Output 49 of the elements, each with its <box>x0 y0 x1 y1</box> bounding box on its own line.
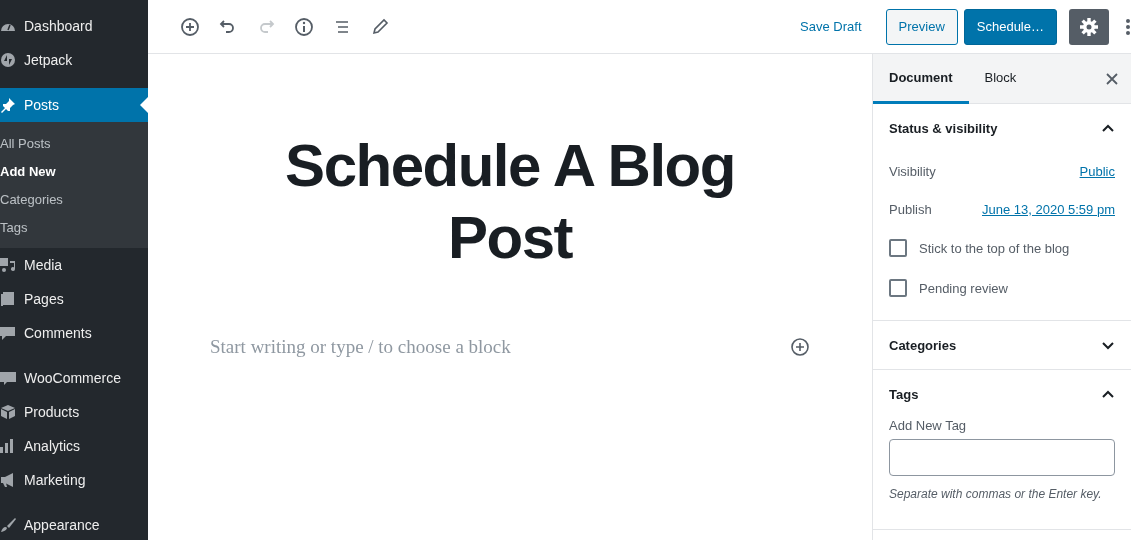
field-label: Visibility <box>889 163 936 179</box>
menu-item[interactable]: Marketing <box>0 463 148 497</box>
settings-button[interactable] <box>1069 8 1109 45</box>
pages-icon <box>0 291 16 307</box>
menu-item[interactable]: Comments <box>0 316 148 350</box>
add-block-icon[interactable] <box>790 337 810 357</box>
tag-input[interactable] <box>889 439 1115 476</box>
section-title[interactable]: Categories <box>889 337 957 353</box>
checkbox[interactable] <box>889 239 907 257</box>
panel-tab[interactable]: Block <box>968 54 1033 104</box>
section-title[interactable]: Tags <box>889 386 919 402</box>
more-icon <box>1125 16 1131 37</box>
menu-item[interactable]: Posts <box>0 88 148 122</box>
preview-button[interactable]: Preview <box>885 8 958 45</box>
store-bubble-icon <box>0 370 16 386</box>
submenu-item[interactable]: Add New <box>0 157 148 185</box>
menu-item[interactable]: Dashboard <box>0 9 148 43</box>
menu-item[interactable]: WooCommerce <box>0 361 148 395</box>
menu-item[interactable]: Analytics <box>0 429 148 463</box>
megaphone-icon <box>0 472 16 488</box>
value-link[interactable]: June 13, 2020 5:59 pm <box>982 201 1115 217</box>
panel-tab[interactable]: Document <box>873 54 969 104</box>
speech-bubble-icon <box>0 325 16 341</box>
submenu-item[interactable]: Tags <box>0 213 148 241</box>
menu-item[interactable]: Appearance <box>0 508 148 540</box>
save-draft-button[interactable]: Save Draft <box>800 13 862 40</box>
bar-chart-icon <box>0 438 16 454</box>
checkbox[interactable] <box>889 279 907 297</box>
menu-item[interactable]: Jetpack <box>0 43 148 77</box>
brush-icon <box>0 517 16 533</box>
field-label: Publish <box>889 201 932 217</box>
media-icon <box>0 257 16 273</box>
value-link[interactable]: Public <box>1079 163 1115 179</box>
checkbox-label: Pending review <box>919 280 1008 296</box>
menu-item[interactable]: Products <box>0 395 148 429</box>
menu-item[interactable]: Media <box>0 248 148 282</box>
schedule-button[interactable]: Schedule… <box>963 8 1057 45</box>
close-icon[interactable] <box>1105 71 1119 86</box>
field-label: Add New Tag <box>889 418 968 433</box>
menu-item[interactable]: Pages <box>0 282 148 316</box>
checkbox-label: Stick to the top of the blog <box>919 240 1070 256</box>
submenu-item[interactable]: Categories <box>0 185 148 213</box>
submenu-item[interactable]: All Posts <box>0 129 148 157</box>
pin-icon <box>0 97 16 113</box>
section-title[interactable]: Status & visibility <box>889 120 998 136</box>
settings-icon <box>1079 16 1099 37</box>
help-text: Separate with commas or the Enter key. <box>889 487 1103 501</box>
box-icon <box>0 404 16 420</box>
post-title[interactable]: Schedule A Blog Post <box>230 130 790 274</box>
